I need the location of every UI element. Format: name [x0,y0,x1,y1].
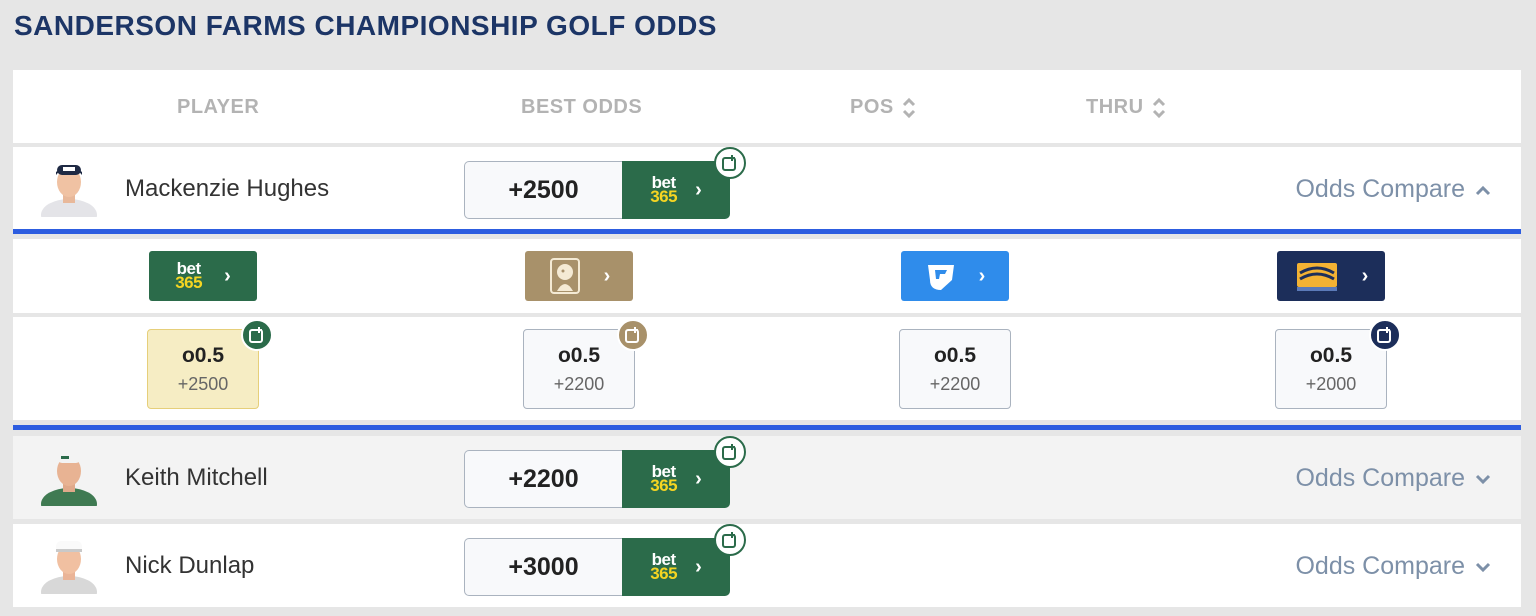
bet365-logo: bet 365 [650,173,678,206]
odds-compare-toggle[interactable]: Odds Compare [1295,464,1491,493]
player-row[interactable]: Keith Mitchell +2200 bet 365 › Odds Compa… [13,436,1521,520]
best-odds-button[interactable]: +2500 bet 365 › [464,161,730,219]
page-title: SANDERSON FARMS CHAMPIONSHIP GOLF ODDS [14,10,717,41]
odds-compare-toggle[interactable]: Odds Compare [1295,175,1491,204]
chevron-right-icon: › [978,264,986,287]
sort-icon[interactable] [1152,97,1166,119]
best-odds-value: +2500 [464,161,622,219]
chevron-right-icon: › [603,264,611,287]
add-to-betslip-icon[interactable] [241,319,273,351]
chevron-down-icon [1475,562,1491,572]
sportsbook-button-fanduel[interactable]: › [901,251,1009,301]
expanded-divider-bottom [13,425,1521,430]
best-odds-button[interactable]: +2200 bet 365 › [464,450,730,508]
column-best-odds: BEST ODDS [521,96,643,118]
sportsbook-button-betmgm[interactable]: › [525,251,633,301]
player-avatar [41,532,97,608]
player-row[interactable]: Mackenzie Hughes +2500 bet 365 › Odds Com… [13,147,1521,231]
sort-icon[interactable] [902,97,916,119]
add-to-betslip-icon[interactable] [1369,319,1401,351]
add-to-betslip-icon[interactable] [714,147,746,179]
table-header: PLAYER BEST ODDS POS THRU [13,70,1521,143]
add-to-betslip-icon[interactable] [617,319,649,351]
chevron-right-icon: › [1361,264,1369,287]
column-thru[interactable]: THRU [1086,96,1166,119]
add-to-betslip-icon[interactable] [714,524,746,556]
player-avatar [41,155,97,231]
chevron-right-icon: › [695,555,702,578]
bet365-logo: bet 365 [175,259,203,292]
odds-line-fanduel[interactable]: o0.5 +2200 [899,329,1011,409]
sportsbook-button-betrivers[interactable]: › [1277,251,1385,301]
sportsbook-row: bet 365 › › › › [13,239,1521,313]
odds-compare-toggle[interactable]: Odds Compare [1295,552,1491,581]
sportsbook-link-bet365[interactable]: bet 365 › [622,538,730,596]
add-to-betslip-icon[interactable] [714,436,746,468]
best-odds-value: +2200 [464,450,622,508]
chevron-right-icon: › [695,467,702,490]
chevron-right-icon: › [695,178,702,201]
betrivers-logo-icon [1296,263,1337,291]
player-name[interactable]: Mackenzie Hughes [125,175,329,203]
expanded-divider-top [13,229,1521,234]
best-odds-value: +3000 [464,538,622,596]
player-row[interactable]: Nick Dunlap +3000 bet 365 › Odds Compare [13,524,1521,608]
column-pos[interactable]: POS [850,96,916,119]
player-avatar [41,444,97,520]
player-name[interactable]: Nick Dunlap [125,552,254,580]
bet365-logo: bet 365 [650,462,678,495]
betmgm-lion-icon [549,258,580,294]
bet365-logo: bet 365 [650,550,678,583]
fanduel-shield-icon [927,265,954,290]
sportsbook-button-bet365[interactable]: bet 365 › [149,251,257,301]
sportsbook-link-bet365[interactable]: bet 365 › [622,450,730,508]
sportsbook-link-bet365[interactable]: bet 365 › [622,161,730,219]
chevron-up-icon [1475,185,1491,195]
chevron-right-icon: › [224,264,231,287]
chevron-down-icon [1475,474,1491,484]
column-player: PLAYER [177,96,260,118]
best-odds-button[interactable]: +3000 bet 365 › [464,538,730,596]
odds-lines-row: o0.5 +2500 o0.5 +2200 o0.5 +2200 o0.5 +2… [13,317,1521,420]
player-name[interactable]: Keith Mitchell [125,464,268,492]
